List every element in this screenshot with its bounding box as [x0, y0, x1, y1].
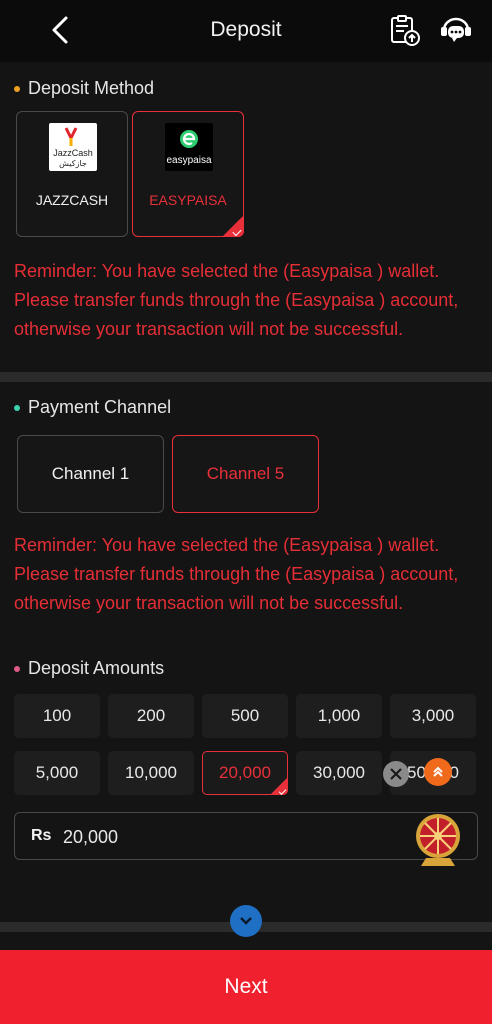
- easypaisa-logo: easypaisa: [165, 123, 213, 171]
- expand-button[interactable]: [230, 905, 262, 937]
- prize-wheel-icon: [416, 814, 460, 866]
- amount-option-label: 20,000: [219, 763, 271, 782]
- clipboard-upload-icon: [391, 15, 420, 46]
- amount-option[interactable]: 30,000: [296, 751, 382, 795]
- amount-option[interactable]: 500: [202, 694, 288, 738]
- currency-symbol: Rs: [31, 827, 52, 844]
- lucky-wheel-button[interactable]: [412, 812, 464, 870]
- section-divider: [0, 372, 492, 382]
- method-card-jazzcash[interactable]: JazzCash جازکیش JAZZCASH: [16, 111, 128, 237]
- amount-option[interactable]: 3,000: [390, 694, 476, 738]
- close-float-button[interactable]: [383, 761, 409, 787]
- amount-option[interactable]: 1,000: [296, 694, 382, 738]
- customer-support-button[interactable]: [438, 14, 474, 48]
- amount-input[interactable]: [63, 823, 413, 851]
- amount-option[interactable]: 100: [14, 694, 100, 738]
- selected-check-icon: [270, 777, 288, 795]
- deposit-method-reminder: Reminder: You have selected the (Easypai…: [14, 261, 459, 339]
- close-icon: [390, 768, 402, 780]
- next-button[interactable]: Next: [0, 950, 492, 1024]
- payment-channel-title: Payment Channel: [14, 397, 171, 418]
- deposit-method-label: Deposit Method: [28, 78, 155, 98]
- double-chevron-up-icon: [433, 766, 443, 777]
- amount-field: Rs: [14, 812, 478, 860]
- section-dot: [14, 404, 20, 411]
- back-button[interactable]: [44, 12, 76, 48]
- chat-support-icon: [441, 17, 471, 42]
- deposit-amounts-title: Deposit Amounts: [14, 658, 164, 679]
- jazzcash-logo: JazzCash جازکیش: [49, 123, 97, 171]
- chevron-down-icon: [240, 917, 252, 925]
- deposit-history-button[interactable]: [388, 14, 422, 48]
- method-label-jazzcash: JAZZCASH: [35, 192, 109, 208]
- deposit-method-title: Deposit Method: [14, 78, 154, 99]
- amount-option[interactable]: 10,000: [108, 751, 194, 795]
- chevron-left-icon: [52, 16, 68, 44]
- section-dot: [14, 665, 20, 672]
- svg-text:جازکیش: جازکیش: [59, 159, 87, 168]
- section-dot: [14, 85, 20, 92]
- channel-card-1[interactable]: Channel 1: [17, 435, 164, 513]
- deposit-method-section: Deposit Method JazzCash جازکیش JAZZCASH …: [0, 62, 492, 372]
- channel-card-5[interactable]: Channel 5: [172, 435, 319, 513]
- amount-option[interactable]: 200: [108, 694, 194, 738]
- amount-option-selected[interactable]: 20,000: [202, 751, 288, 795]
- deposit-amounts-label: Deposit Amounts: [28, 658, 165, 678]
- selected-check-icon: [222, 215, 244, 237]
- method-label-easypaisa: EASYPAISA: [149, 192, 227, 208]
- svg-text:JazzCash: JazzCash: [53, 148, 93, 158]
- amount-option[interactable]: 5,000: [14, 751, 100, 795]
- svg-text:easypaisa: easypaisa: [166, 155, 211, 166]
- method-card-easypaisa[interactable]: easypaisa EASYPAISA: [132, 111, 244, 237]
- scroll-top-button[interactable]: [424, 758, 452, 786]
- payment-channel-reminder: Reminder: You have selected the (Easypai…: [14, 535, 459, 613]
- payment-channel-label: Payment Channel: [28, 397, 172, 417]
- top-bar: Deposit: [0, 0, 492, 62]
